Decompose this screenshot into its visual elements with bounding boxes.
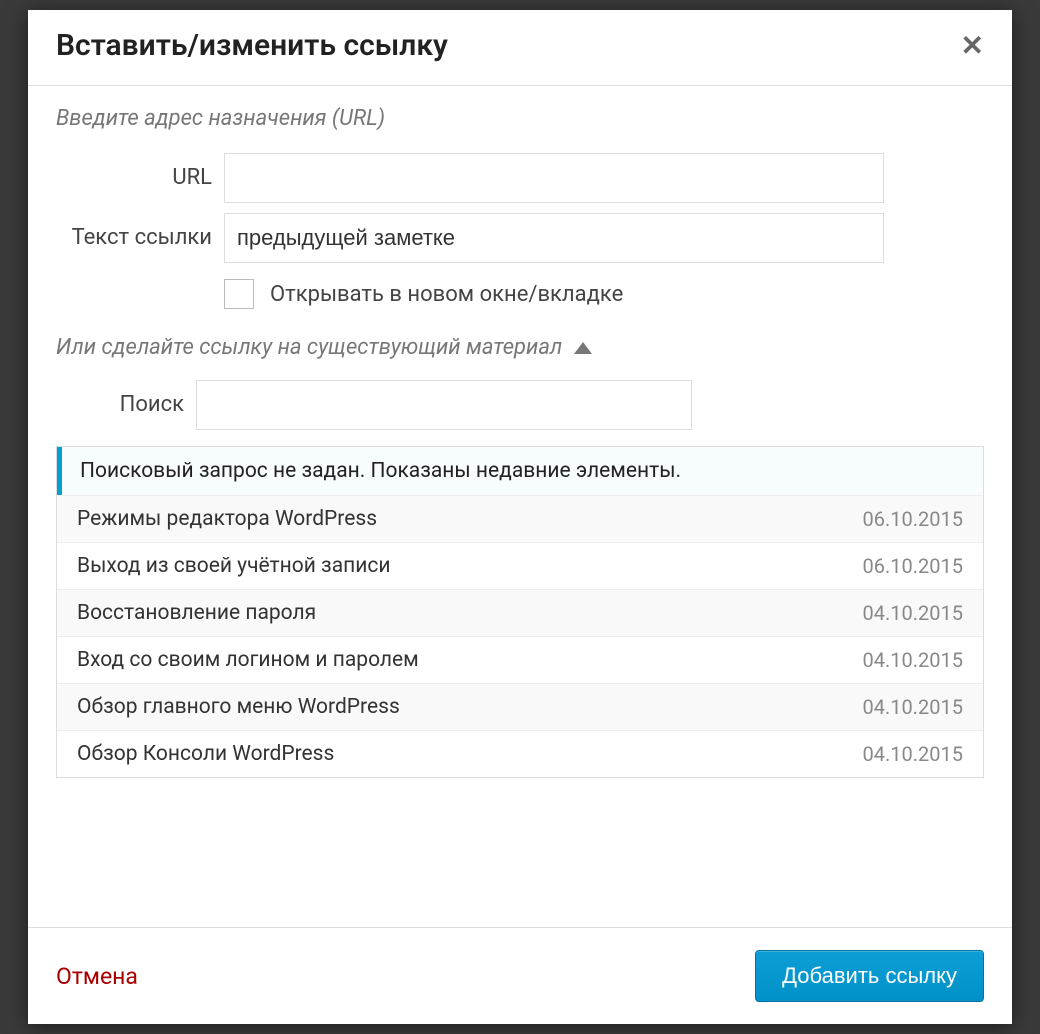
result-date: 04.10.2015 xyxy=(863,648,963,672)
new-tab-row[interactable]: Открывать в новом окне/вкладке xyxy=(224,279,984,309)
result-date: 04.10.2015 xyxy=(863,601,963,625)
add-link-button[interactable]: Добавить ссылку xyxy=(755,950,984,1002)
result-date: 04.10.2015 xyxy=(863,742,963,766)
result-item[interactable]: Обзор Консоли WordPress 04.10.2015 xyxy=(57,730,983,777)
new-tab-label: Открывать в новом окне/вкладке xyxy=(270,282,623,307)
cancel-button[interactable]: Отмена xyxy=(56,963,138,990)
existing-content-label: Или сделайте ссылку на существующий мате… xyxy=(56,335,562,360)
search-row: Поиск xyxy=(56,380,984,430)
search-input[interactable] xyxy=(196,380,692,430)
result-date: 06.10.2015 xyxy=(863,507,963,531)
link-text-label: Текст ссылки xyxy=(56,224,224,252)
link-text-input[interactable] xyxy=(224,213,884,263)
collapse-up-icon xyxy=(574,342,592,354)
modal-body: Введите адрес назначения (URL) URL Текст… xyxy=(28,86,1012,927)
result-title: Обзор Консоли WordPress xyxy=(77,742,334,766)
modal-backdrop: Вставить/изменить ссылку ✕ Введите адрес… xyxy=(0,0,1040,1034)
result-item[interactable]: Режимы редактора WordPress 06.10.2015 xyxy=(57,495,983,542)
modal-header: Вставить/изменить ссылку ✕ xyxy=(28,10,1012,86)
url-input[interactable] xyxy=(224,153,884,203)
modal-title: Вставить/изменить ссылку xyxy=(56,28,448,63)
url-label: URL xyxy=(56,164,224,192)
result-item[interactable]: Вход со своим логином и паролем 04.10.201… xyxy=(57,636,983,683)
existing-content-toggle[interactable]: Или сделайте ссылку на существующий мате… xyxy=(56,335,984,360)
result-title: Вход со своим логином и паролем xyxy=(77,648,419,672)
link-text-row: Текст ссылки xyxy=(56,213,984,263)
result-item[interactable]: Восстановление пароля 04.10.2015 xyxy=(57,589,983,636)
insert-link-modal: Вставить/изменить ссылку ✕ Введите адрес… xyxy=(28,10,1012,1024)
result-title: Обзор главного меню WordPress xyxy=(77,695,400,719)
result-item[interactable]: Выход из своей учётной записи 06.10.2015 xyxy=(57,542,983,589)
result-date: 04.10.2015 xyxy=(863,695,963,719)
modal-footer: Отмена Добавить ссылку xyxy=(28,927,1012,1024)
results-list: Поисковый запрос не задан. Показаны неда… xyxy=(56,446,984,778)
search-label: Поиск xyxy=(56,391,196,419)
result-title: Восстановление пароля xyxy=(77,601,316,625)
result-title: Выход из своей учётной записи xyxy=(77,554,391,578)
url-row: URL xyxy=(56,153,984,203)
result-item[interactable]: Обзор главного меню WordPress 04.10.2015 xyxy=(57,683,983,730)
new-tab-checkbox[interactable] xyxy=(224,279,254,309)
destination-section-label: Введите адрес назначения (URL) xyxy=(56,106,984,131)
close-icon[interactable]: ✕ xyxy=(961,32,984,60)
results-notice: Поисковый запрос не задан. Показаны неда… xyxy=(57,447,983,495)
result-date: 06.10.2015 xyxy=(863,554,963,578)
result-title: Режимы редактора WordPress xyxy=(77,507,377,531)
